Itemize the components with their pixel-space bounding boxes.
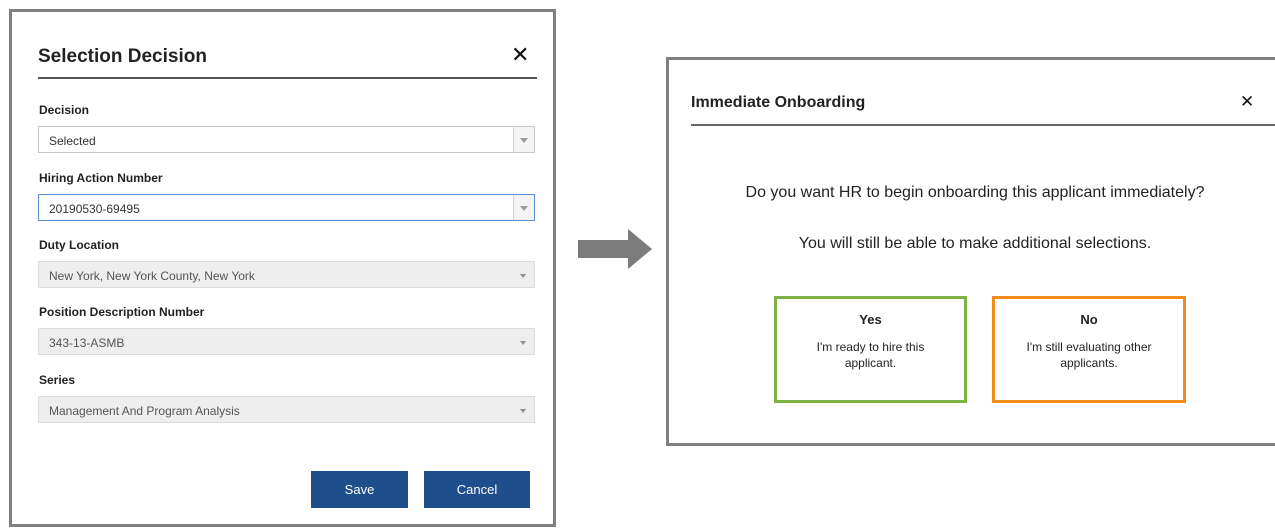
yes-option-description: I'm ready to hire this applicant. xyxy=(816,340,925,370)
duty-location-value: New York, New York County, New York xyxy=(49,269,255,283)
series-label: Series xyxy=(39,373,76,387)
chevron-down-icon xyxy=(520,274,526,278)
decision-select[interactable]: Selected xyxy=(38,126,535,153)
decision-label: Decision xyxy=(39,103,90,117)
arrow-head xyxy=(628,229,652,269)
hiring-action-number-dropdown-button[interactable] xyxy=(513,195,534,220)
arrow-shaft xyxy=(578,240,628,258)
chevron-down-icon xyxy=(520,206,528,211)
screenshot-stage: Selection Decision ✕ Decision Selected H… xyxy=(0,0,1275,531)
chevron-down-icon xyxy=(520,138,528,143)
close-icon[interactable]: ✕ xyxy=(1240,92,1254,112)
series-select: Management And Program Analysis xyxy=(38,396,535,423)
selection-decision-dialog: Selection Decision ✕ Decision Selected H… xyxy=(9,9,556,527)
chevron-down-icon xyxy=(520,341,526,345)
decision-value: Selected xyxy=(49,134,96,148)
position-description-number-select: 343-13-ASMB xyxy=(38,328,535,355)
cancel-button[interactable]: Cancel xyxy=(424,471,530,508)
additional-selections-note: You will still be able to make additiona… xyxy=(798,235,1152,252)
dialog-title: Selection Decision xyxy=(38,46,207,67)
onboarding-question: Do you want HR to begin onboarding this … xyxy=(745,184,1205,201)
duty-location-label: Duty Location xyxy=(39,238,119,252)
duty-location-select: New York, New York County, New York xyxy=(38,261,535,288)
dialog-title: Immediate Onboarding xyxy=(691,94,866,111)
yes-option-label: Yes xyxy=(859,312,882,327)
series-value: Management And Program Analysis xyxy=(49,404,240,418)
hiring-action-number-select[interactable]: 20190530-69495 xyxy=(38,194,535,221)
hiring-action-number-label: Hiring Action Number xyxy=(39,171,163,185)
decision-dropdown-button[interactable] xyxy=(513,127,534,152)
title-divider xyxy=(38,77,537,79)
immediate-onboarding-dialog: Immediate Onboarding ✕ Do you want HR to… xyxy=(666,57,1275,446)
no-option-description: I'm still evaluating other applicants. xyxy=(1026,340,1152,370)
title-divider xyxy=(691,124,1275,126)
position-description-number-value: 343-13-ASMB xyxy=(49,336,125,350)
hiring-action-number-value: 20190530-69495 xyxy=(49,202,140,216)
no-option-button[interactable]: No I'm still evaluating other applicants… xyxy=(992,296,1186,403)
position-description-number-label: Position Description Number xyxy=(39,305,205,319)
close-icon[interactable]: ✕ xyxy=(511,42,529,68)
no-option-label: No xyxy=(1080,312,1098,327)
chevron-down-icon xyxy=(520,409,526,413)
save-button[interactable]: Save xyxy=(311,471,408,508)
yes-option-button[interactable]: Yes I'm ready to hire this applicant. xyxy=(774,296,967,403)
